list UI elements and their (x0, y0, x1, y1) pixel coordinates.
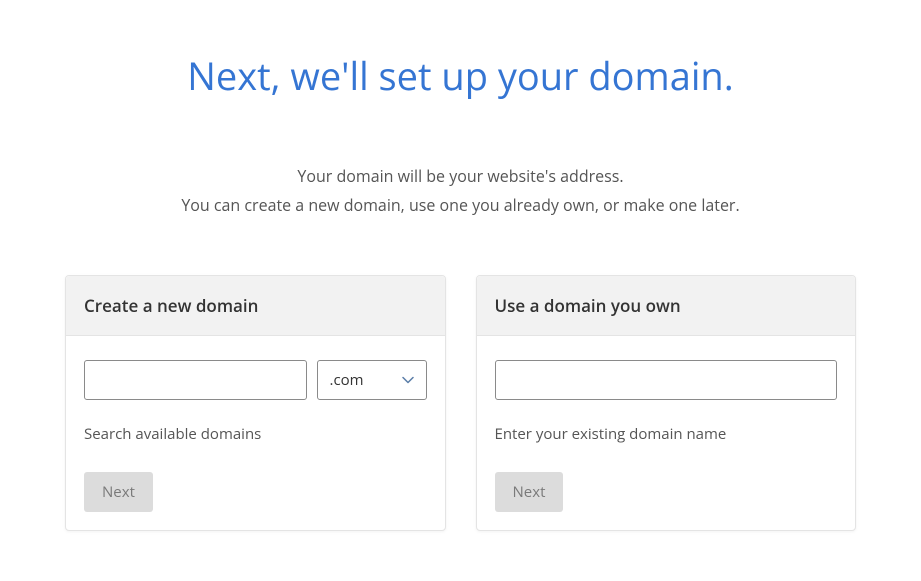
new-domain-input[interactable] (84, 360, 307, 400)
domain-setup-page: Next, we'll set up your domain. Your dom… (0, 0, 921, 531)
subtitle-line-2: You can create a new domain, use one you… (181, 194, 739, 216)
create-domain-input-row: .com (84, 360, 427, 400)
own-domain-heading: Use a domain you own (477, 276, 856, 336)
page-subtitle: Your domain will be your website's addre… (65, 162, 856, 220)
subtitle-line-1: Your domain will be your website's addre… (297, 165, 623, 187)
own-domain-body: Enter your existing domain name Next (477, 336, 856, 530)
chevron-down-icon (402, 374, 414, 386)
create-domain-helper: Search available domains (84, 424, 427, 444)
tld-select[interactable]: .com (317, 360, 427, 400)
page-title: Next, we'll set up your domain. (65, 50, 856, 102)
create-domain-card: Create a new domain .com Search availabl… (65, 275, 446, 531)
create-domain-heading: Create a new domain (66, 276, 445, 336)
existing-domain-input[interactable] (495, 360, 838, 400)
own-domain-helper: Enter your existing domain name (495, 424, 838, 444)
own-domain-next-button[interactable]: Next (495, 472, 564, 512)
create-domain-next-button[interactable]: Next (84, 472, 153, 512)
own-domain-card: Use a domain you own Enter your existing… (476, 275, 857, 531)
domain-options-row: Create a new domain .com Search availabl… (65, 275, 856, 531)
own-domain-input-row (495, 360, 838, 400)
tld-selected-label: .com (330, 370, 402, 390)
create-domain-body: .com Search available domains Next (66, 336, 445, 530)
